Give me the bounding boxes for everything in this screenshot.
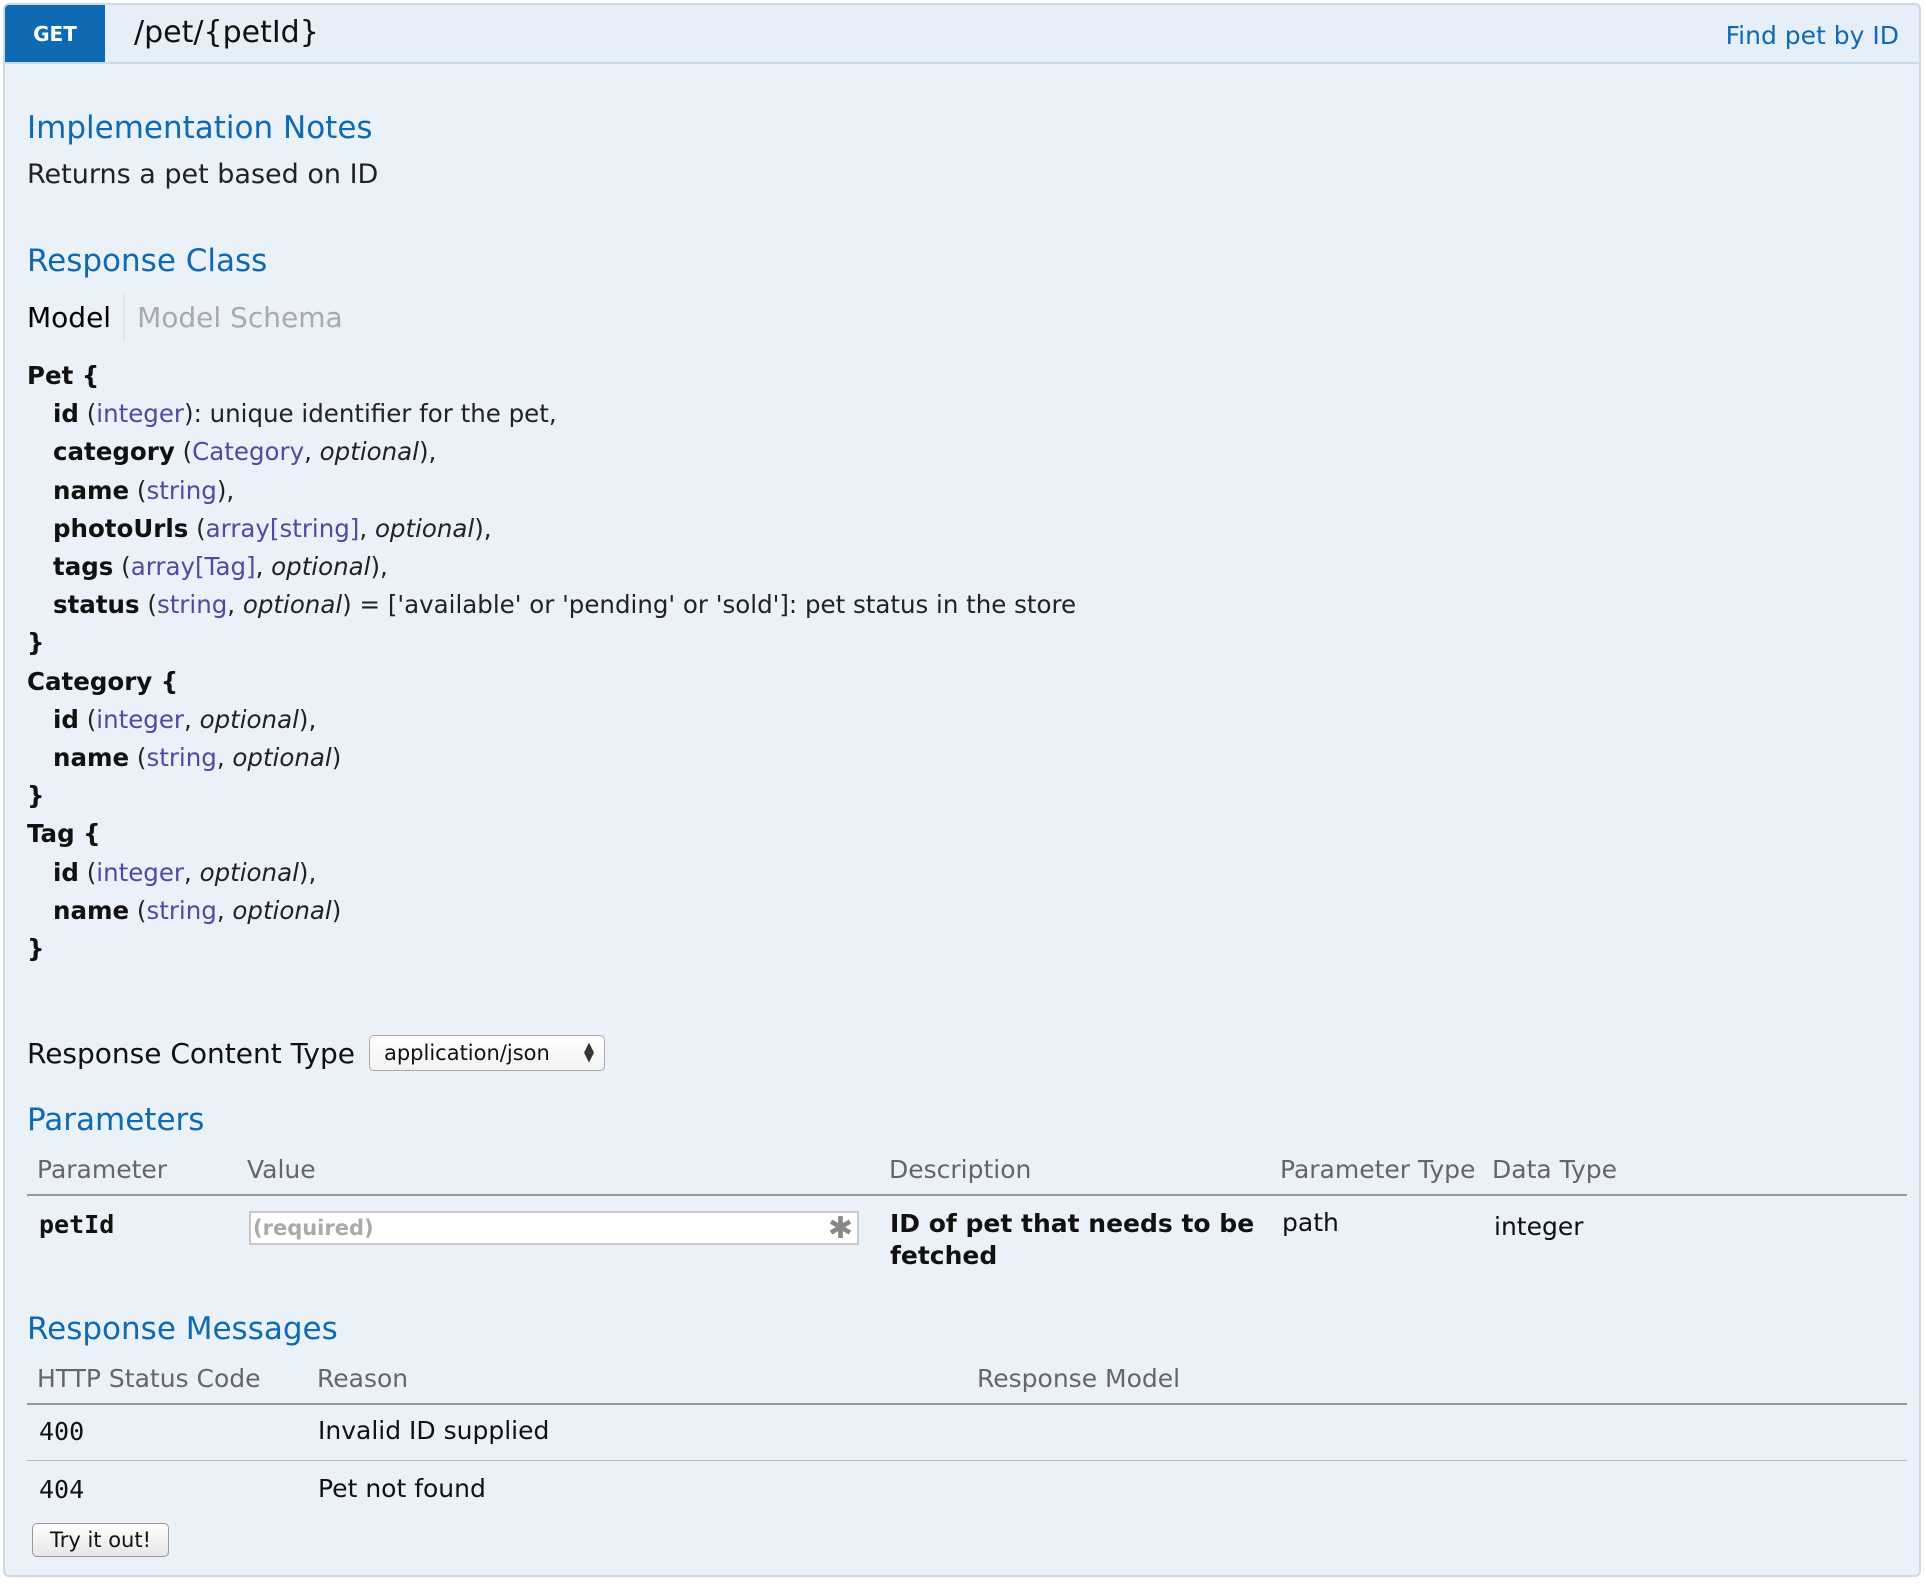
field-rest: ), [370,552,388,582]
resp-col-status: HTTP Status Code [37,1364,261,1393]
field-rest: ), [474,513,492,543]
model-field: name (string), [53,475,235,505]
resp-col-reason: Reason [317,1364,409,1393]
response-content-type: Response Content Type application/json ▲… [27,1035,605,1071]
field-rest: ), [298,704,317,734]
field-type-link[interactable]: string [146,476,216,505]
param-col-parameter: Parameter [37,1155,168,1184]
status-code: 400 [39,1417,85,1446]
field-type-link[interactable]: array[Tag] [131,552,256,581]
model-field: name (string, optional) [53,743,342,773]
param-col-data-type: Data Type [1492,1155,1618,1184]
field-name: name [53,475,130,505]
parameters-heading: Parameters [27,1102,205,1138]
model-field: id (integer, optional), [53,704,317,734]
try-it-out-button[interactable]: Try it out! [32,1523,169,1557]
field-type-link[interactable]: integer [96,858,184,887]
field-name: category [53,437,175,467]
resp-col-model: Response Model [977,1364,1181,1393]
model-tabs: Model Model Schema [27,294,343,340]
content-type-select[interactable]: application/json ▲ ▼ [368,1035,605,1071]
resp-row-divider [27,1460,1907,1461]
model-field: id (integer): unique identifier for the … [53,399,557,429]
field-optional: optional [232,743,332,773]
field-optional: optional [199,704,299,734]
model-field: photoUrls (array[string], optional), [53,513,492,543]
operation-content: Implementation Notes Returns a pet based… [5,5,1919,1575]
field-rest: ), [298,857,317,887]
field-rest: ) [331,895,342,925]
model-pet-open: Pet { [27,361,100,390]
model-field: category (Category, optional), [53,437,437,467]
field-optional: optional [271,552,371,582]
status-reason: Pet not found [318,1474,486,1503]
response-messages-heading: Response Messages [27,1311,338,1347]
required-asterisk-icon: ✱ [827,1211,853,1246]
model-name: Pet [27,361,74,390]
response-content-type-label: Response Content Type [27,1036,355,1070]
field-optional: optional [319,437,419,467]
field-optional: optional [199,857,299,887]
model-tag-open: Tag { [27,819,101,849]
field-rest: ): unique identifier for the pet, [184,399,557,429]
status-reason: Invalid ID supplied [318,1416,550,1445]
param-description-line: fetched [890,1241,998,1270]
status-code: 404 [39,1475,85,1504]
param-name: petId [39,1210,115,1239]
field-type-link[interactable]: string [146,896,216,925]
param-description-line: ID of pet that needs to be [890,1209,1255,1238]
response-class-heading: Response Class [27,243,268,279]
field-optional: optional [242,590,343,620]
model-signature: Pet { id (integer): unique identifier fo… [27,357,1076,968]
param-type: path [1282,1208,1339,1237]
implementation-notes-heading: Implementation Notes [27,110,373,146]
model-close-brace: } [27,934,45,964]
param-data-type: integer [1494,1212,1584,1241]
model-category-open: Category { [27,666,179,696]
field-name: id [53,857,79,887]
field-name: name [53,895,130,925]
field-name: name [53,743,130,773]
model-field: tags (array[Tag], optional), [53,552,388,582]
param-col-description: Description [889,1155,1032,1184]
field-name: status [53,590,140,620]
field-type-link[interactable]: array[string] [206,514,360,543]
tab-model-schema[interactable]: Model Schema [137,301,343,334]
field-type-link[interactable]: integer [96,399,184,428]
model-field: name (string, optional) [53,895,342,925]
param-col-parameter-type: Parameter Type [1280,1155,1476,1184]
model-name: Tag [27,819,75,849]
field-type-link[interactable]: string [157,590,227,619]
tab-divider [123,294,126,340]
petid-input-placeholder: (required) [253,1216,374,1240]
param-description: ID of pet that needs to be fetched [890,1208,1254,1272]
field-name: photoUrls [53,513,189,543]
field-optional: optional [232,895,332,925]
param-header-divider [27,1194,1907,1196]
resp-header-divider [27,1403,1907,1405]
model-name: Category [27,666,153,696]
content-type-selected: application/json [383,1041,550,1065]
model-close-brace: } [27,781,45,811]
model-close-brace: } [27,628,45,658]
field-name: id [53,399,79,429]
select-arrows-icon: ▲ ▼ [583,1040,594,1065]
field-rest: ) = ['available' or 'pending' or 'sold']… [342,590,1077,620]
operation-panel: GET /pet/{petId} Find pet by ID Implemen… [3,3,1921,1577]
field-rest: ), [418,437,437,467]
field-type-link[interactable]: string [146,743,216,772]
field-type-link[interactable]: Category [192,437,304,466]
implementation-notes-text: Returns a pet based on ID [27,159,379,190]
model-field: id (integer, optional), [53,857,317,887]
petid-input[interactable]: (required) ✱ [249,1211,859,1246]
field-type-link[interactable]: integer [96,705,184,734]
param-col-value: Value [247,1155,316,1184]
field-rest: ), [216,475,235,505]
model-field: status (string, optional) = ['available'… [53,590,1077,620]
field-name: id [53,704,79,734]
field-optional: optional [374,513,475,543]
tab-model[interactable]: Model [27,301,123,334]
field-rest: ) [331,743,342,773]
field-name: tags [53,552,114,582]
